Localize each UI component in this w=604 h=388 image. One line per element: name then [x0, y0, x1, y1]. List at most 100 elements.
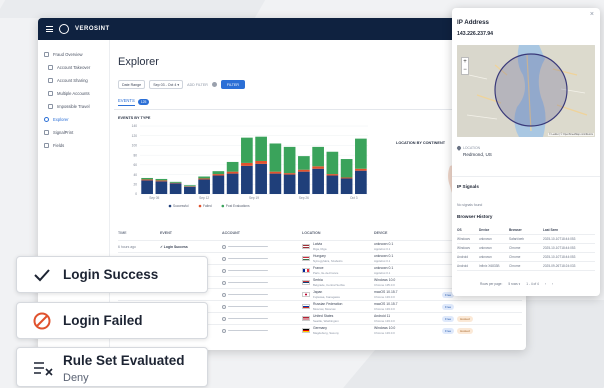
hamburger-menu-icon[interactable] [46, 26, 53, 32]
table-header-cell: ACCOUNT [222, 231, 240, 235]
location-city: Belgrade, Central Serbia [313, 282, 345, 287]
ip-address-value: 143.226.237.94 [457, 31, 494, 37]
ip-signals-title: IP Signals [457, 184, 479, 189]
bar-failed [340, 177, 353, 179]
device-browser: Chrome 133.0.0 [374, 306, 395, 311]
sidebar-item-label: Explorer [53, 117, 69, 122]
bar-successful [184, 186, 196, 194]
device-browser: Chrome 133.0.0 [374, 330, 395, 335]
bar-failed [141, 179, 153, 181]
bar-post-evaluations [184, 185, 196, 187]
map-attribution: © Leaflet | © OpenStreetMap contributors [547, 133, 594, 136]
rows-per-page-select[interactable]: 5 rows ▾ [508, 282, 520, 286]
account-avatar-icon [222, 304, 226, 309]
bar-failed [241, 162, 253, 166]
sidebar-item[interactable]: Fraud Overview [38, 48, 109, 61]
date-range-select[interactable]: Sep 03 - Oct 4 ▾ [149, 80, 184, 89]
info-icon[interactable] [211, 82, 217, 87]
legend-swatch [168, 204, 172, 208]
location-text: France Paris, Ile-de-France [313, 266, 338, 275]
account-redacted [228, 293, 268, 296]
location-cell: Hungary Nyíregyháza, Szabolcs [302, 254, 374, 263]
card-subtitle: Deny [63, 372, 89, 384]
prev-page-icon[interactable]: ‹ [545, 282, 546, 286]
sidebar-item[interactable]: SignalPrint [38, 126, 109, 139]
card-title: Login Success [63, 267, 159, 282]
y-tick-label: 100 [132, 144, 138, 148]
bar-successful [255, 163, 267, 194]
location-value: Redmond, US [463, 152, 492, 157]
account-redacted [228, 317, 268, 320]
sidebar-item[interactable]: Fields [38, 139, 109, 152]
browser-history-row[interactable]: Android unknown Chrome 2025-10-10T18:44:053 [457, 253, 595, 262]
zoom-out-button[interactable]: − [463, 66, 467, 74]
location-label: LOCATION [463, 146, 481, 150]
location-text: United States Seattle, Washington [313, 314, 339, 323]
browser-history-row[interactable]: Android Infinix X6833B Chrome 2025-09-26T18… [457, 262, 595, 271]
date-range-value: Sep 03 - Oct 4 [153, 82, 177, 87]
account-avatar-icon [222, 292, 226, 297]
location-city: Moscow, Moscow [313, 306, 336, 311]
history-cell: Infinix X6833B [479, 264, 500, 268]
location-cell: United States Seattle, Washington [302, 314, 374, 323]
sidebar-item-label: Account Sharing [57, 78, 88, 83]
sidebar-item[interactable]: Multiple Accounts [38, 87, 109, 100]
y-tick-label: 120 [132, 134, 138, 138]
country-flag-icon [302, 244, 310, 249]
browser-history-row[interactable]: Windows unknown Safari/web 2025-10-10T18:44… [457, 235, 595, 244]
chart-svg: 0 20 40 60 80 100 120 140 Sep 05 Sep 12 Sep 19 Sep … [132, 124, 368, 208]
table-header-cell: DEVICE [374, 231, 388, 235]
account-avatar-icon [222, 244, 226, 249]
account-avatar-icon [222, 256, 226, 261]
sidebar-item-icon [48, 65, 53, 70]
events-count-badge: 125 [137, 99, 150, 105]
legend-swatch [221, 204, 225, 208]
location-text: Serbia Belgrade, Central Serbia [313, 278, 345, 287]
check-icon [34, 268, 50, 281]
history-cell: Android [457, 255, 468, 259]
sidebar-item-label: Multiple Accounts [57, 91, 90, 96]
account-cell [222, 304, 302, 309]
ip-location-map[interactable]: + − © Leaflet | © OpenStreetMap contribu… [457, 45, 595, 137]
event-type-label: Login Success [163, 244, 188, 249]
account-avatar-icon [222, 280, 226, 285]
sidebar-item-label: Account Takeover [57, 65, 91, 70]
account-cell [222, 280, 302, 285]
location-text: Hungary Nyíregyháza, Szabolcs [313, 254, 343, 263]
next-page-icon[interactable]: › [552, 282, 553, 286]
sidebar-item[interactable]: Impossible Travel [38, 100, 109, 113]
location-city: Nyíregyháza, Szabolcs [313, 258, 343, 263]
tag-badge: Hosted [457, 327, 473, 334]
ip-radius-circle [494, 53, 568, 127]
bar-failed [269, 171, 282, 174]
history-cell: Chrome [509, 246, 521, 250]
table-header-cell: LOCATION [302, 231, 321, 235]
bar-successful [198, 179, 210, 194]
bar-failed [226, 171, 239, 174]
browser-history-row[interactable]: Windows unknown Chrome 2025-10-10T18:44:053 [457, 244, 595, 253]
account-redacted [228, 281, 268, 284]
location-city: Magdeburg, Saxony [313, 330, 339, 335]
page-title: Explorer [118, 56, 159, 68]
map-zoom-control: + − [461, 57, 469, 75]
sidebar-item[interactable]: Explorer [38, 113, 109, 126]
bar-failed [155, 180, 168, 182]
sidebar-item[interactable]: Account Takeover [38, 61, 109, 74]
rule-set-icon [34, 362, 53, 376]
tag-badge: Hosted [457, 315, 473, 322]
add-filter-link[interactable]: ADD FILTER [187, 83, 208, 87]
bar-failed [298, 169, 310, 172]
browser-history-header: OS Device Browser Last Seen [457, 226, 595, 235]
close-icon[interactable]: × [590, 11, 594, 18]
sidebar-item-label: SignalPrint [53, 130, 74, 135]
bar-failed [212, 174, 225, 176]
sidebar-item[interactable]: Account Sharing [38, 74, 109, 87]
sidebar-item-icon [44, 130, 49, 135]
history-cell: Safari/web [509, 237, 525, 241]
tab-events[interactable]: EVENTS [118, 98, 135, 106]
bar-successful [312, 168, 324, 194]
account-redacted [228, 305, 268, 308]
filter-button[interactable]: FILTER [220, 80, 245, 89]
verosint-logo-icon [59, 24, 69, 34]
zoom-in-button[interactable]: + [463, 58, 467, 66]
